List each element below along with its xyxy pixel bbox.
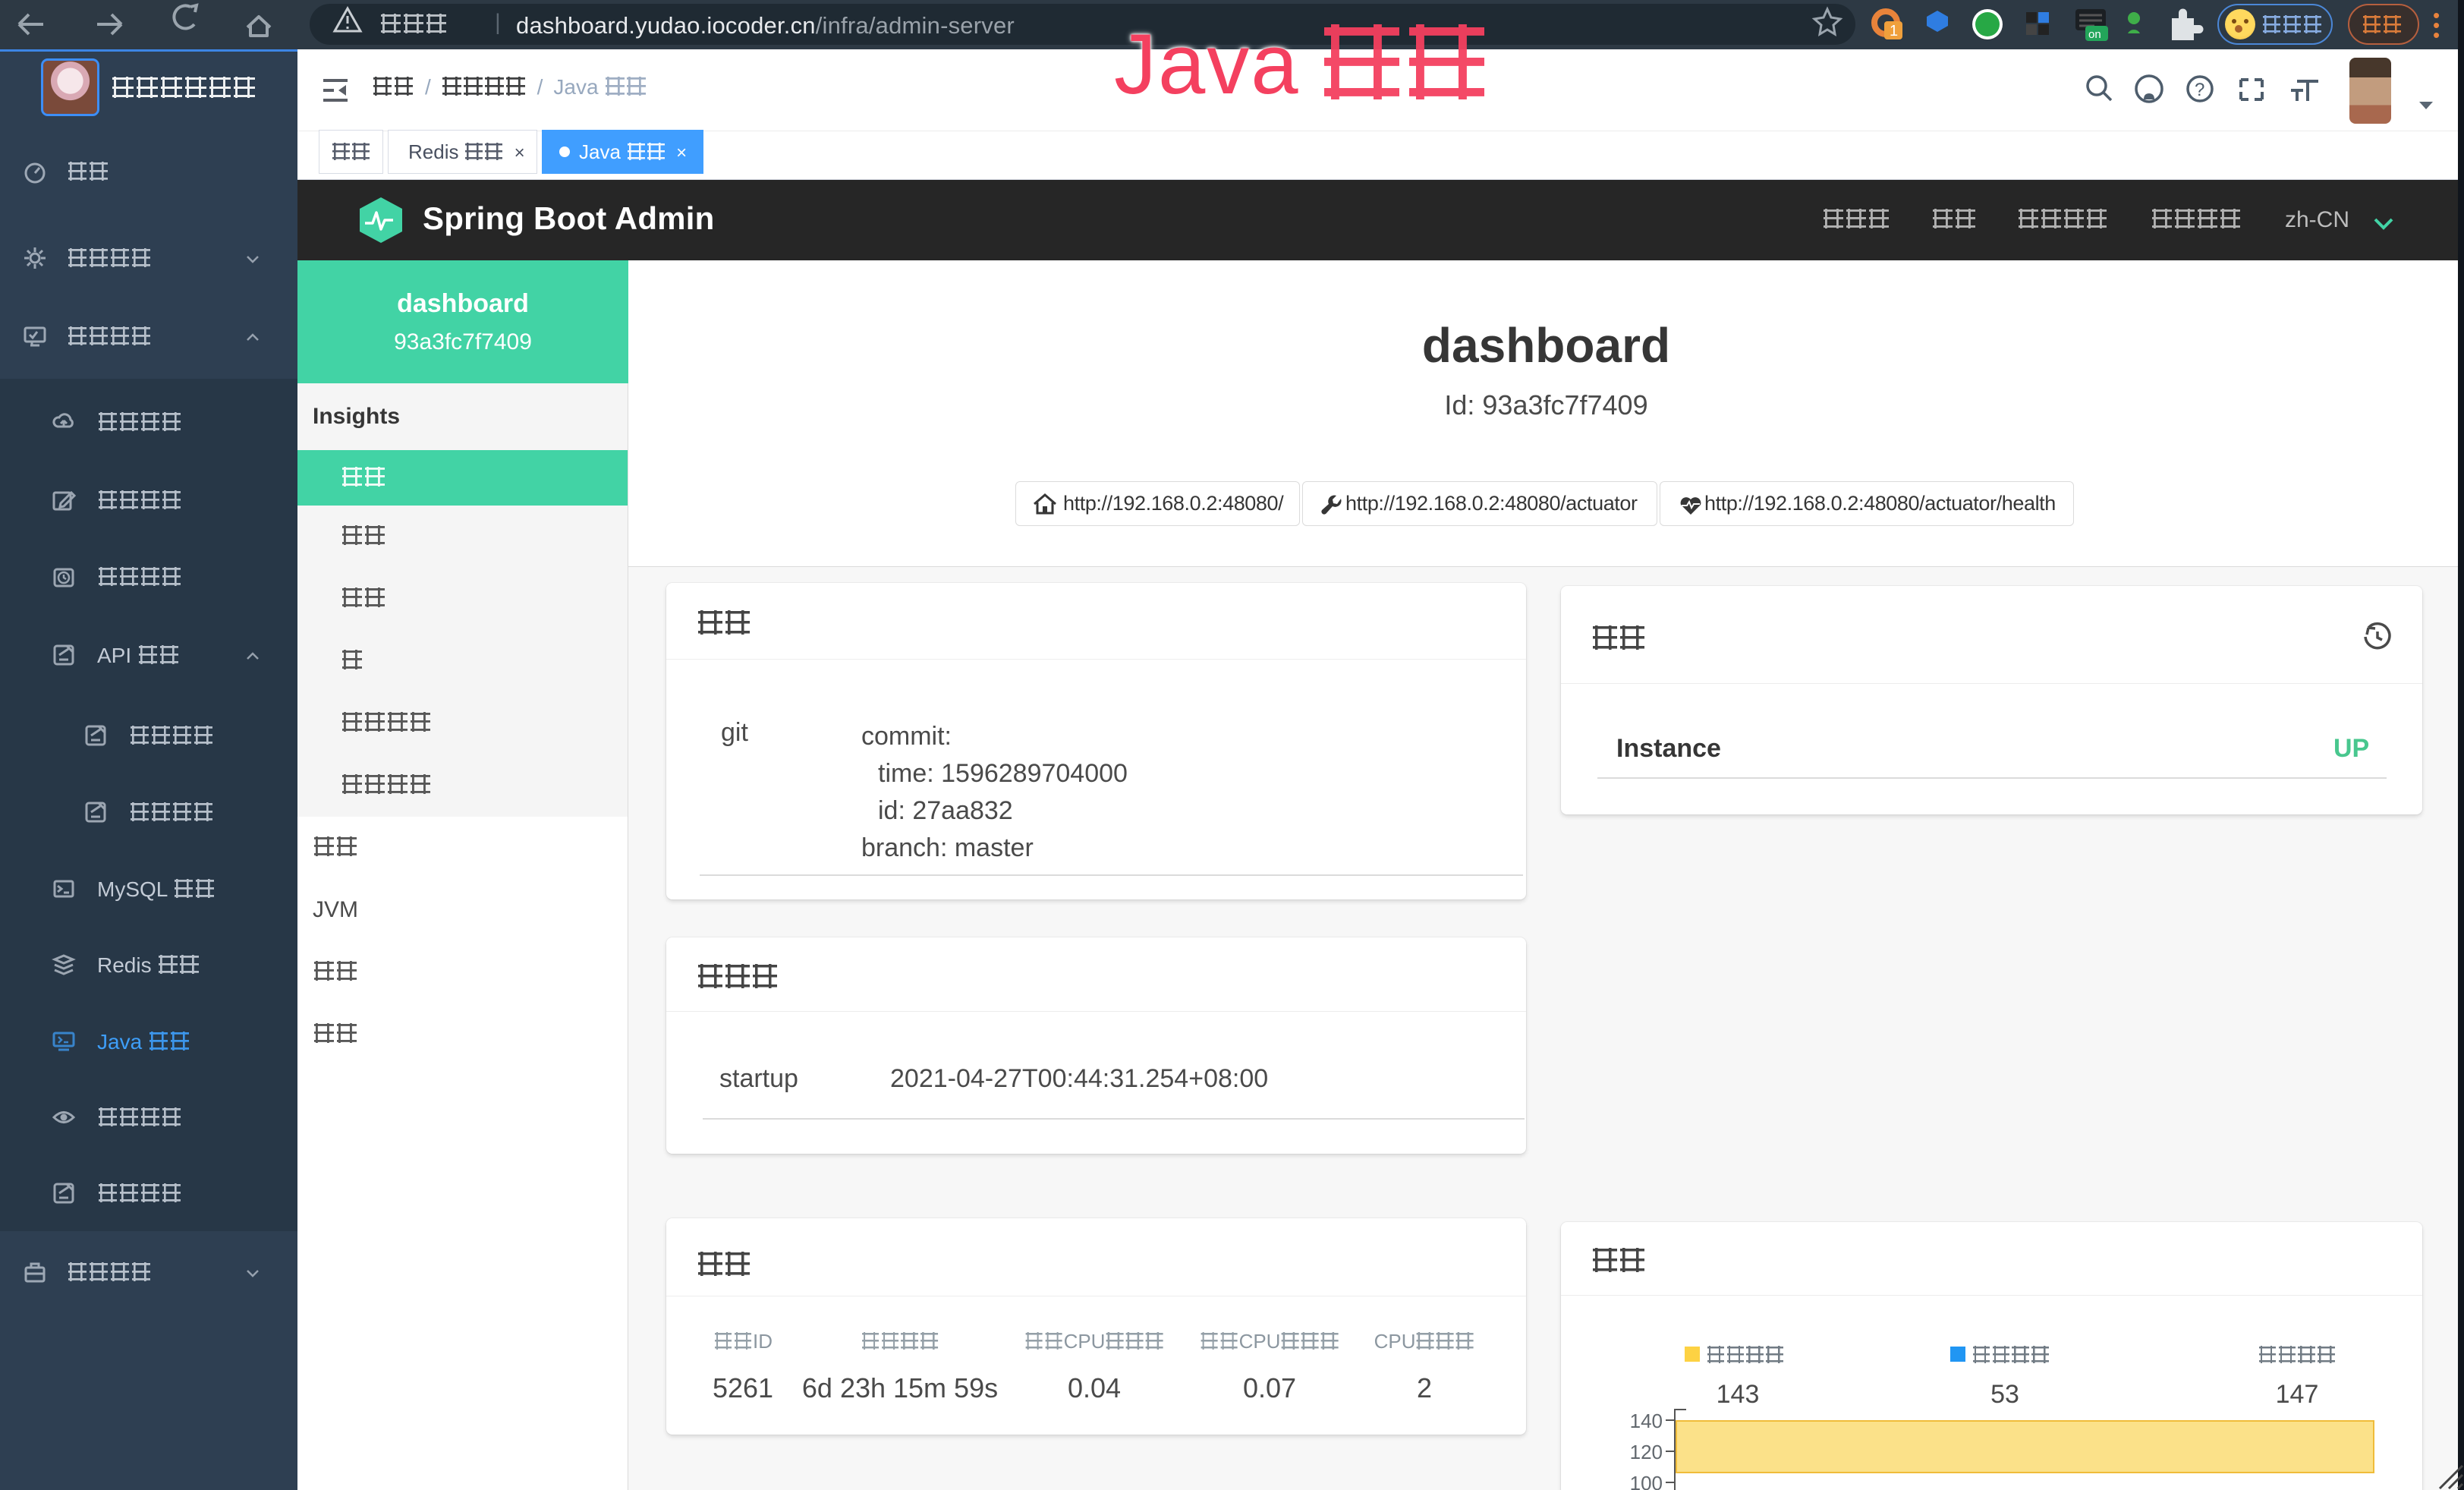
svg-text:on: on <box>2088 28 2101 41</box>
svg-text:?: ? <box>2195 80 2204 100</box>
svg-text:1: 1 <box>1890 23 1898 39</box>
